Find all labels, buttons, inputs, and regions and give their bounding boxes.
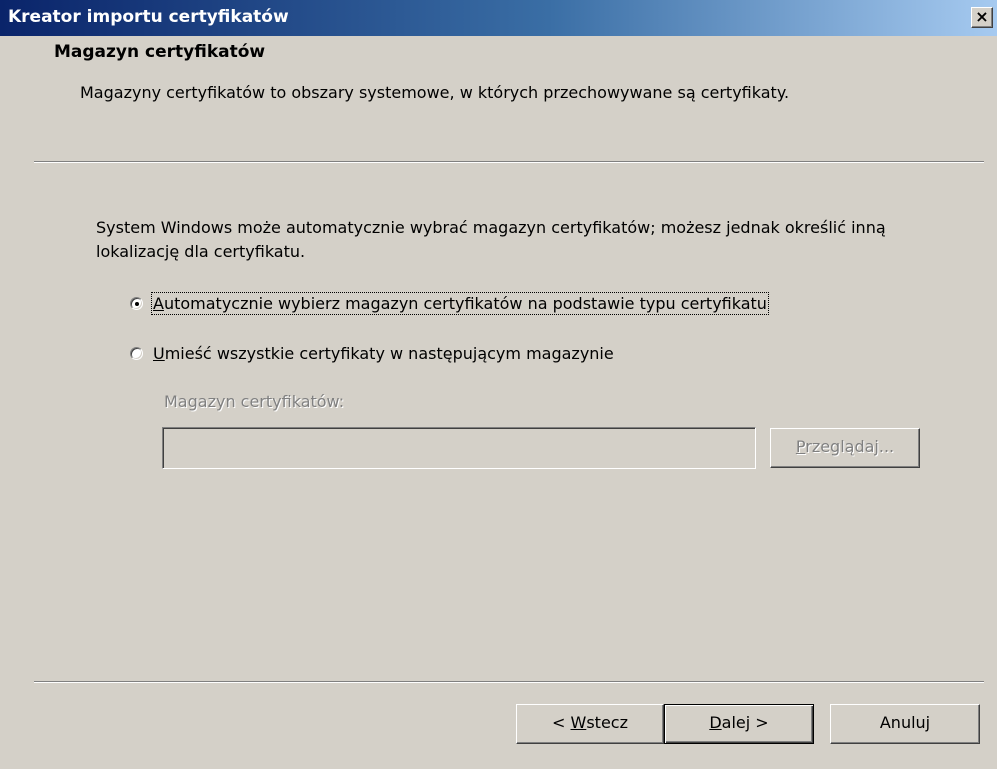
radio-button-auto[interactable]: [130, 296, 143, 310]
accelerator-key: P: [795, 437, 806, 456]
next-button[interactable]: Dalej >: [664, 704, 814, 744]
close-button[interactable]: ×: [971, 7, 993, 28]
certificate-store-label: Magazyn certyfikatów:: [164, 392, 345, 411]
title-bar[interactable]: Kreator importu certyfikatów ×: [0, 0, 997, 36]
label-text: utomatycznie wybierz magazyn certyfikató…: [163, 293, 767, 313]
page-subtitle: Magazyny certyfikatów to obszary systemo…: [80, 83, 790, 102]
place-in-store-option[interactable]: Umieść wszystkie certyfikaty w następują…: [130, 341, 614, 365]
footer-divider: [34, 681, 984, 683]
button-label: alej >: [721, 713, 769, 732]
accelerator-key: U: [153, 343, 165, 363]
accelerator-key: D: [709, 713, 722, 732]
accelerator-key: A: [153, 293, 164, 313]
header-divider: [34, 161, 984, 163]
label-text: mieść wszystkie certyfikaty w następując…: [164, 343, 614, 363]
radio-button-place[interactable]: [130, 346, 143, 360]
accelerator-key: W: [570, 713, 587, 732]
button-label: stecz: [586, 713, 628, 732]
place-in-store-label[interactable]: Umieść wszystkie certyfikaty w następują…: [153, 344, 614, 363]
close-icon: ×: [975, 7, 989, 26]
page-title: Magazyn certyfikatów: [54, 42, 266, 62]
auto-select-store-option[interactable]: Automatycznie wybierz magazyn certyfikat…: [130, 291, 769, 315]
cancel-button[interactable]: Anuluj: [830, 704, 980, 744]
auto-select-store-label[interactable]: Automatycznie wybierz magazyn certyfikat…: [151, 291, 769, 315]
intro-text: System Windows może automatycznie wybrać…: [96, 218, 886, 261]
browse-button[interactable]: Przeglądaj...: [770, 428, 920, 468]
button-label: rzeglądaj...: [805, 437, 895, 456]
certificate-store-field[interactable]: [162, 427, 756, 469]
button-label-prefix: <: [552, 713, 571, 732]
window-title: Kreator importu certyfikatów: [8, 7, 289, 27]
back-button[interactable]: < Wstecz: [516, 704, 664, 744]
